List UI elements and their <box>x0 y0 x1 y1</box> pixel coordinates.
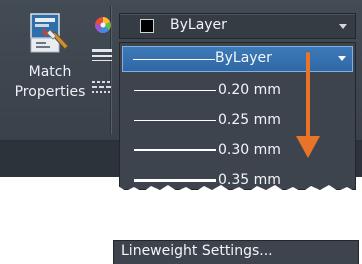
annotation-arrow <box>296 52 320 158</box>
lineweight-selected-label: ByLayer <box>215 50 272 66</box>
lineweight-preview <box>133 59 215 60</box>
color-combo-value: ByLayer <box>170 17 227 33</box>
match-properties-button[interactable]: Match Properties <box>8 8 92 112</box>
lineweight-settings-button[interactable]: Lineweight Settings... <box>121 241 351 263</box>
torn-edge <box>110 185 362 210</box>
lineweight-preview <box>134 120 216 121</box>
lineweight-preview <box>134 90 216 91</box>
lineweight-settings-label: Lineweight Settings... <box>121 243 273 259</box>
lineweight-preview <box>134 149 216 151</box>
color-swatch <box>140 19 154 33</box>
color-combo[interactable]: ByLayer <box>119 13 356 39</box>
lineweight-option-label: 0.25 mm <box>218 112 281 128</box>
linetype-icon <box>92 81 111 93</box>
match-properties-icon <box>30 13 69 53</box>
chevron-down-icon[interactable] <box>338 56 346 61</box>
lineweight-option-label: 0.20 mm <box>218 82 281 98</box>
color-wheel-icon <box>94 17 111 33</box>
lineweight-option-label: 0.30 mm <box>218 142 281 158</box>
match-properties-label: Match Properties <box>14 64 86 100</box>
lineweight-icon <box>92 49 112 61</box>
chevron-down-icon[interactable] <box>339 24 347 29</box>
